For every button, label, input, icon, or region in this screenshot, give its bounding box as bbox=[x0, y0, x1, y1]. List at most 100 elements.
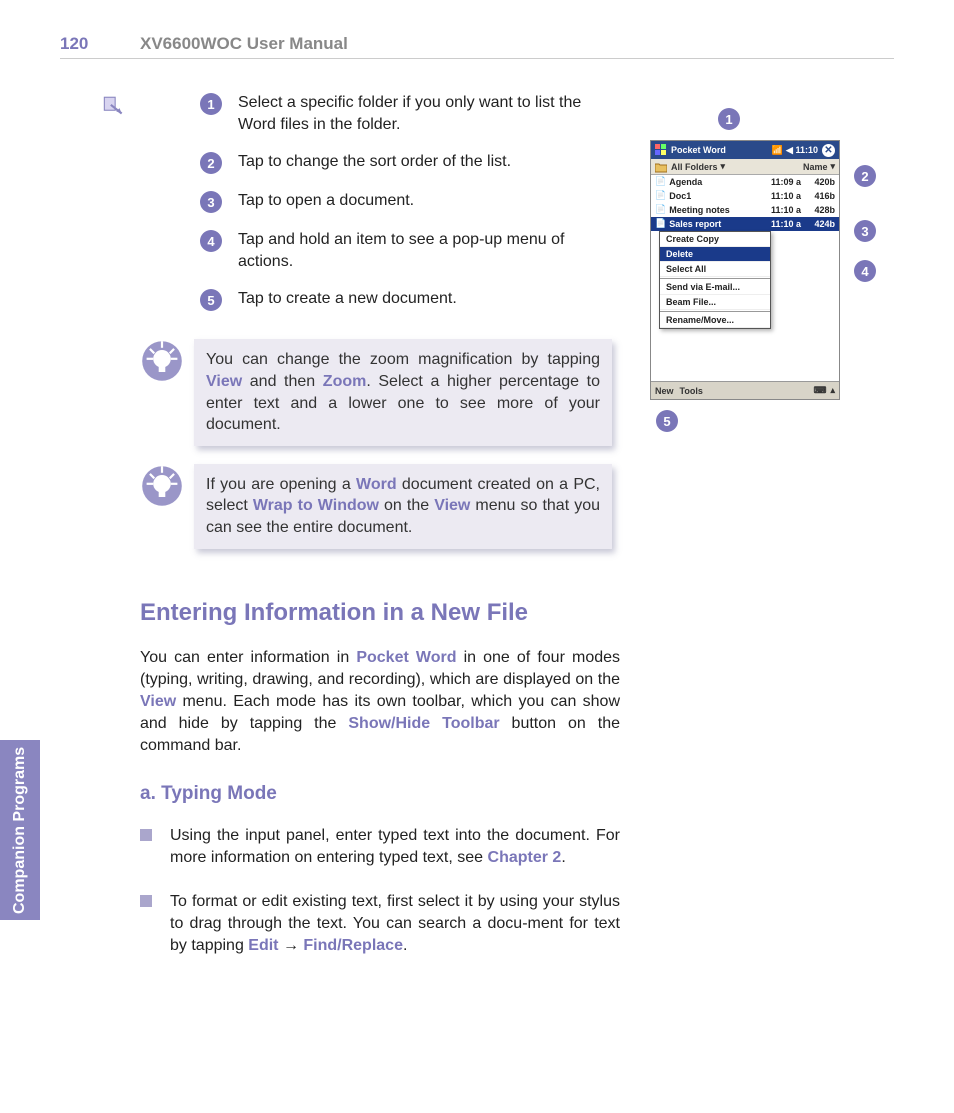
word-link: Word bbox=[356, 476, 397, 493]
step-badge-2: 2 bbox=[200, 152, 222, 174]
step-text: Tap and hold an item to see a pop-up men… bbox=[238, 229, 620, 272]
command-bar: New Tools ⌨ ▴ bbox=[651, 381, 839, 399]
callout-2: 2 bbox=[854, 165, 876, 187]
file-row[interactable]: 📄 Agenda 11:09 a 420b bbox=[651, 175, 839, 189]
square-bullet-icon bbox=[140, 895, 152, 907]
step-row: 5 Tap to create a new document. bbox=[200, 288, 620, 311]
step-text: Select a specific folder if you only wan… bbox=[238, 92, 620, 135]
section-title: Entering Information in a New File bbox=[140, 599, 620, 627]
menu-create-copy[interactable]: Create Copy bbox=[660, 232, 770, 247]
menu-separator bbox=[660, 311, 770, 312]
zoom-link: Zoom bbox=[323, 373, 367, 390]
show-hide-toolbar-link: Show/Hide Toolbar bbox=[348, 715, 499, 732]
main-content: 1 Select a specific folder if you only w… bbox=[140, 92, 620, 979]
chevron-up-icon[interactable]: ▴ bbox=[830, 385, 835, 396]
b2-mid: → bbox=[279, 937, 304, 954]
file-size: 416b bbox=[801, 191, 835, 201]
file-row[interactable]: 📄 Doc1 11:10 a 416b bbox=[651, 189, 839, 203]
folder-bar[interactable]: All Folders ▾ Name ▾ bbox=[651, 159, 839, 175]
tools-button[interactable]: Tools bbox=[680, 386, 703, 396]
chevron-down-icon: ▾ bbox=[830, 161, 835, 172]
subsection-title: a. Typing Mode bbox=[140, 783, 620, 805]
file-time: 11:10 a bbox=[759, 219, 801, 229]
context-menu: Create Copy Delete Select All Send via E… bbox=[659, 231, 771, 329]
file-time: 11:10 a bbox=[759, 205, 801, 215]
file-name: Sales report bbox=[669, 219, 759, 229]
file-size: 428b bbox=[801, 205, 835, 215]
pocket-word-screenshot: Pocket Word 📶 ◀ 11:10 ✕ All Folders ▾ Na… bbox=[650, 140, 840, 400]
folder-icon bbox=[655, 161, 667, 173]
menu-select-all[interactable]: Select All bbox=[660, 262, 770, 277]
doc-icon: 📄 bbox=[655, 204, 666, 215]
step-row: 4 Tap and hold an item to see a pop-up m… bbox=[200, 229, 620, 272]
signal-icon: 📶 bbox=[772, 145, 783, 156]
b1-post: . bbox=[561, 849, 565, 866]
wrap-to-window-link: Wrap to Window bbox=[253, 497, 379, 514]
note-arrow-icon bbox=[100, 94, 126, 120]
tip-box-1: You can change the zoom magnification by… bbox=[140, 339, 620, 445]
callout-1: 1 bbox=[718, 108, 740, 130]
view-link: View bbox=[140, 693, 176, 710]
step-badge-1: 1 bbox=[200, 93, 222, 115]
tip-text: If you are opening a Word document creat… bbox=[194, 464, 612, 549]
numbered-steps: 1 Select a specific folder if you only w… bbox=[200, 92, 620, 311]
file-time: 11:10 a bbox=[759, 191, 801, 201]
tip-text: You can change the zoom magnification by… bbox=[194, 339, 612, 445]
bullet-text: To format or edit existing text, first s… bbox=[170, 891, 620, 957]
square-bullet-icon bbox=[140, 829, 152, 841]
chevron-down-icon: ▾ bbox=[721, 161, 726, 172]
lightbulb-icon bbox=[140, 464, 184, 508]
find-replace-link: Find/Replace bbox=[303, 937, 403, 954]
menu-delete[interactable]: Delete bbox=[660, 247, 770, 262]
file-row-selected[interactable]: 📄 Sales report 11:10 a 424b bbox=[651, 217, 839, 231]
sort-dropdown[interactable]: Name bbox=[803, 162, 828, 172]
windows-flag-icon bbox=[655, 144, 667, 156]
section-paragraph: You can enter information in Pocket Word… bbox=[140, 647, 620, 757]
file-row[interactable]: 📄 Meeting notes 11:10 a 428b bbox=[651, 203, 839, 217]
bullet-item: Using the input panel, enter typed text … bbox=[140, 825, 620, 869]
tip1-pre: You can change the zoom magnification by… bbox=[206, 351, 600, 368]
callout-5: 5 bbox=[656, 410, 678, 432]
step-text: Tap to change the sort order of the list… bbox=[238, 151, 511, 173]
step-badge-3: 3 bbox=[200, 191, 222, 213]
view-link: View bbox=[434, 497, 470, 514]
pocket-word-link: Pocket Word bbox=[356, 649, 456, 666]
menu-separator bbox=[660, 278, 770, 279]
chapter-side-tab: Companion Programs bbox=[0, 740, 40, 920]
step-badge-4: 4 bbox=[200, 230, 222, 252]
callout-4: 4 bbox=[854, 260, 876, 282]
tip2-mid2: on the bbox=[379, 497, 434, 514]
app-title: Pocket Word bbox=[671, 145, 726, 155]
doc-title: XV6600WOC User Manual bbox=[140, 34, 348, 54]
page-number: 120 bbox=[60, 34, 140, 54]
bullet-text: Using the input panel, enter typed text … bbox=[170, 825, 620, 869]
menu-rename-move[interactable]: Rename/Move... bbox=[660, 313, 770, 328]
time-label: ◀ 11:10 bbox=[786, 145, 818, 156]
file-size: 420b bbox=[801, 177, 835, 187]
chapter-2-link: Chapter 2 bbox=[488, 849, 562, 866]
step-row: 3 Tap to open a document. bbox=[200, 190, 620, 213]
file-name: Doc1 bbox=[669, 191, 759, 201]
folder-dropdown[interactable]: All Folders bbox=[671, 162, 718, 172]
bullet-item: To format or edit existing text, first s… bbox=[140, 891, 620, 957]
step-row: 2 Tap to change the sort order of the li… bbox=[200, 151, 620, 174]
tip1-mid: and then bbox=[242, 373, 323, 390]
menu-send-email[interactable]: Send via E-mail... bbox=[660, 280, 770, 295]
lightbulb-icon bbox=[140, 339, 184, 383]
keyboard-icon[interactable]: ⌨ bbox=[813, 385, 826, 396]
titlebar: Pocket Word 📶 ◀ 11:10 ✕ bbox=[651, 141, 839, 159]
close-icon[interactable]: ✕ bbox=[822, 144, 835, 157]
step-text: Tap to create a new document. bbox=[238, 288, 457, 310]
step-badge-5: 5 bbox=[200, 289, 222, 311]
edit-link: Edit bbox=[248, 937, 278, 954]
file-size: 424b bbox=[801, 219, 835, 229]
step-text: Tap to open a document. bbox=[238, 190, 414, 212]
doc-icon: 📄 bbox=[655, 190, 666, 201]
view-link: View bbox=[206, 373, 242, 390]
menu-beam-file[interactable]: Beam File... bbox=[660, 295, 770, 310]
para-pre: You can enter information in bbox=[140, 649, 356, 666]
doc-icon: 📄 bbox=[655, 176, 666, 187]
doc-icon: 📄 bbox=[655, 218, 666, 229]
new-button[interactable]: New bbox=[655, 386, 674, 396]
callout-3: 3 bbox=[854, 220, 876, 242]
